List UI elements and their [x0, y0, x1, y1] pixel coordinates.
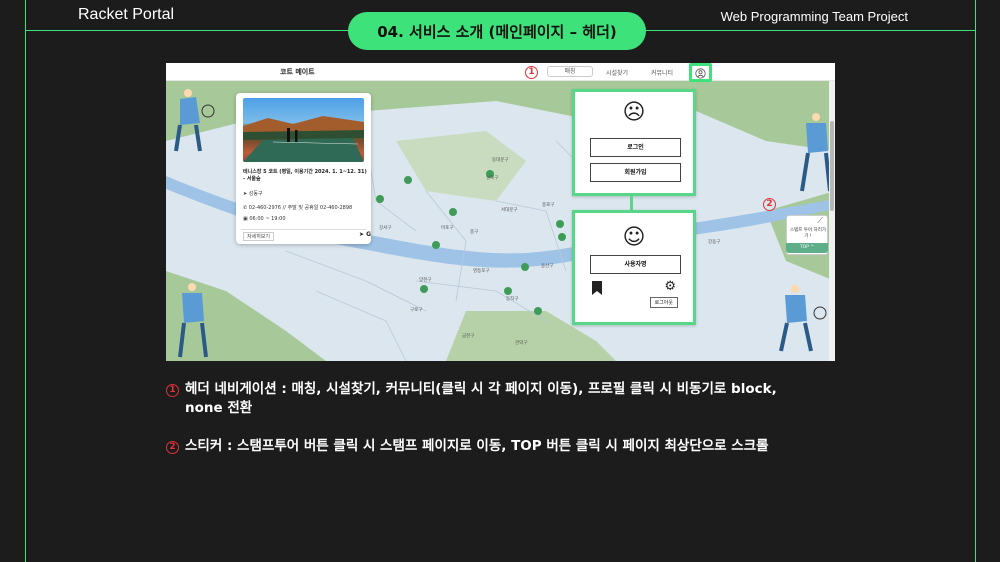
description-2-number: 2 [166, 441, 179, 454]
svg-text:동작구: 동작구 [506, 295, 518, 302]
marker-1: 1 [525, 64, 538, 79]
court-photo [243, 98, 364, 162]
section-title: 04. 서비스 소개 (메인페이지 – 헤더) [348, 12, 646, 50]
svg-text:관악구: 관악구 [515, 339, 527, 346]
brand-title: Racket Portal [78, 6, 175, 23]
login-button[interactable]: 로그인 [590, 138, 681, 157]
court-info-card: 테니스장 5 코트 (평일, 이용기간 2024. 1. 1~12. 31) -… [236, 93, 371, 244]
smile-face-icon: ☺ [622, 225, 646, 250]
racket-icon: ⟋ [817, 216, 823, 225]
court-district: 성동구 [248, 191, 263, 197]
website-screenshot: 동대문구성북구서대문구 종로구마포구중구 강서구용산구영등포구 동작구 강동구관악… [166, 63, 835, 361]
svg-text:종로구: 종로구 [542, 202, 554, 208]
google-icon[interactable]: G [366, 231, 371, 238]
description-1: 1 헤더 네비게이션 : 매칭, 시설찾기, 커뮤니티(클릭 시 각 페이지 이동… [166, 380, 805, 418]
signup-button[interactable]: 회원가입 [590, 163, 681, 182]
left-rule [25, 0, 26, 562]
svg-text:양천구: 양천구 [419, 276, 431, 283]
svg-text:구로구: 구로구 [410, 307, 422, 313]
svg-text:강동구: 강동구 [708, 238, 720, 245]
nav-matching[interactable]: 매칭 [547, 66, 593, 77]
svg-text:금천구: 금천구 [462, 332, 474, 339]
court-phone-row: ✆ 02-460-2976 // 주말 및 공휴일 02-460-2898 [243, 204, 352, 211]
user-icon [695, 68, 706, 79]
svg-text:서대문구: 서대문구 [501, 206, 518, 213]
site-logo[interactable]: 코트 메이트 [280, 67, 315, 77]
dropdown-connector [630, 196, 633, 210]
court-photo-art [243, 116, 364, 162]
scrollbar-thumb[interactable] [830, 121, 834, 211]
logout-button[interactable]: 로그아웃 [649, 297, 678, 308]
stamp-tour-label: 스탬프 투어 하러가기 ! [790, 228, 826, 239]
profile-dropdown-logged-in: ☺ 사용자명 ⚙ 로그아웃 [572, 210, 696, 325]
right-rule [975, 0, 976, 562]
court-district-row: ➤ 성동구 [243, 190, 263, 197]
page-scrollbar[interactable] [829, 81, 835, 361]
card-footer: 자세히보기 ➤ G [241, 229, 371, 241]
svg-text:마포구: 마포구 [441, 224, 453, 231]
description-1-number: 1 [166, 384, 179, 397]
share-icon[interactable]: ➤ [359, 231, 364, 238]
court-hours-row: ▣ 06:00 ~ 19:00 [243, 216, 286, 222]
description-2: 2 스티커 : 스탬프투어 버튼 클릭 시 스탬프 페이지로 이동, TOP 버튼… [166, 437, 805, 456]
svg-text:영등포구: 영등포구 [473, 267, 490, 274]
nav-facility-search[interactable]: 시설찾기 [606, 68, 628, 77]
description-2-text: 스티커 : 스탬프투어 버튼 클릭 시 스탬프 페이지로 이동, TOP 버튼 … [185, 438, 769, 454]
court-title: 테니스장 5 코트 (평일, 이용기간 2024. 1. 1~12. 31) -… [243, 169, 367, 182]
profile-button[interactable] [689, 63, 712, 82]
court-phone: 02-460-2976 // 주말 및 공휴일 02-460-2898 [248, 205, 353, 211]
court-hours: 06:00 ~ 19:00 [249, 216, 286, 222]
details-button[interactable]: 자세히보기 [243, 232, 275, 241]
svg-text:동대문구: 동대문구 [492, 156, 509, 163]
svg-text:용산구: 용산구 [541, 262, 553, 269]
profile-dropdown-logged-out: ☹ 로그인 회원가입 [572, 89, 696, 196]
top-button[interactable]: TOP ^ [786, 243, 828, 253]
sad-face-icon: ☹ [622, 100, 646, 125]
description-1-text: 헤더 네비게이션 : 매칭, 시설찾기, 커뮤니티(클릭 시 각 페이지 이동)… [185, 381, 777, 416]
slide: Racket Portal Web Programming Team Proje… [0, 0, 1000, 562]
username-button[interactable]: 사용자명 [590, 255, 681, 274]
site-header: 코트 메이트 매칭 시설찾기 커뮤니티 [166, 63, 835, 82]
svg-text:성북구: 성북구 [486, 174, 498, 181]
svg-text:강서구: 강서구 [379, 224, 391, 231]
nav-community[interactable]: 커뮤니티 [651, 68, 673, 77]
svg-text:중구: 중구 [470, 229, 478, 235]
project-title: Web Programming Team Project [720, 9, 908, 24]
bookmark-icon[interactable] [592, 281, 602, 295]
marker-2: 2 [763, 196, 776, 211]
gear-icon[interactable]: ⚙ [664, 279, 676, 294]
